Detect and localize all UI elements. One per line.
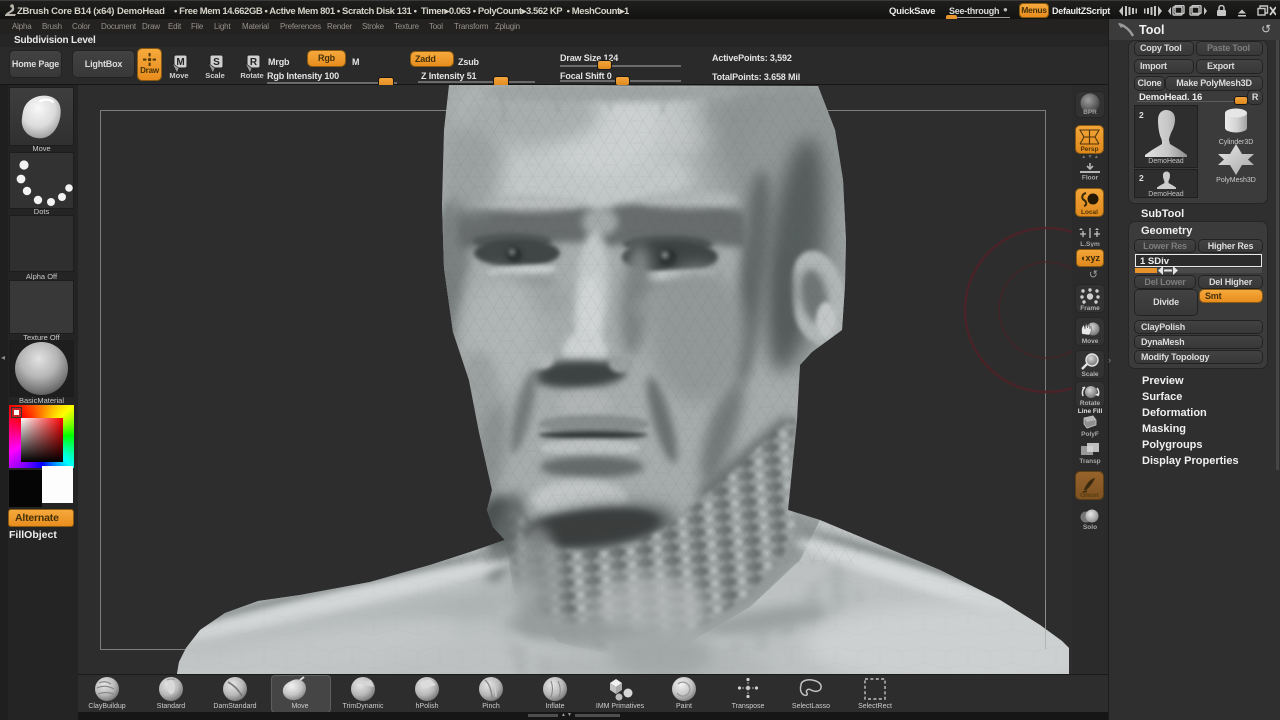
svg-text:Inflate: Inflate	[545, 703, 564, 710]
svg-text:Scale: Scale	[205, 71, 225, 79]
svg-text:PolyMesh3D: PolyMesh3D	[1216, 177, 1256, 184]
svg-text:IMM Primatives: IMM Primatives	[596, 703, 645, 710]
svg-text:Ghost: Ghost	[1080, 492, 1100, 499]
svg-text:Persp: Persp	[1080, 146, 1098, 153]
svg-text:Transpose: Transpose	[732, 703, 765, 710]
svg-text:DemoHead: DemoHead	[1148, 158, 1184, 165]
svg-text:Paint: Paint	[676, 703, 692, 710]
svg-text:2: 2	[1139, 173, 1144, 183]
svg-text:Standard: Standard	[157, 703, 186, 710]
svg-text:2: 2	[1139, 110, 1144, 120]
svg-text:Rotate: Rotate	[1080, 400, 1101, 407]
svg-text:Frame: Frame	[1080, 305, 1100, 312]
svg-text:SelectRect: SelectRect	[858, 703, 892, 710]
svg-text:SelectLasso: SelectLasso	[792, 703, 830, 710]
svg-text:Floor: Floor	[1082, 175, 1099, 181]
svg-text:R: R	[250, 57, 258, 68]
svg-text:S: S	[213, 57, 220, 68]
svg-text:Scale: Scale	[1082, 371, 1099, 378]
svg-text:Local: Local	[1081, 209, 1098, 216]
svg-text:L.Sym: L.Sym	[1080, 241, 1100, 247]
svg-text:M: M	[176, 57, 184, 68]
svg-text:Move: Move	[1082, 338, 1099, 345]
svg-text:TrimDynamic: TrimDynamic	[343, 703, 384, 710]
svg-text:Move: Move	[169, 71, 188, 79]
svg-text:DemoHead: DemoHead	[1148, 191, 1184, 197]
svg-text:hPolish: hPolish	[416, 703, 439, 710]
svg-text:ClayBuildup: ClayBuildup	[88, 703, 125, 710]
svg-text:Move: Move	[291, 703, 308, 710]
svg-text:BPR: BPR	[1083, 109, 1097, 116]
svg-text:DamStandard: DamStandard	[213, 703, 256, 710]
svg-text:Pinch: Pinch	[482, 703, 500, 710]
svg-text:Rotate: Rotate	[240, 71, 263, 79]
